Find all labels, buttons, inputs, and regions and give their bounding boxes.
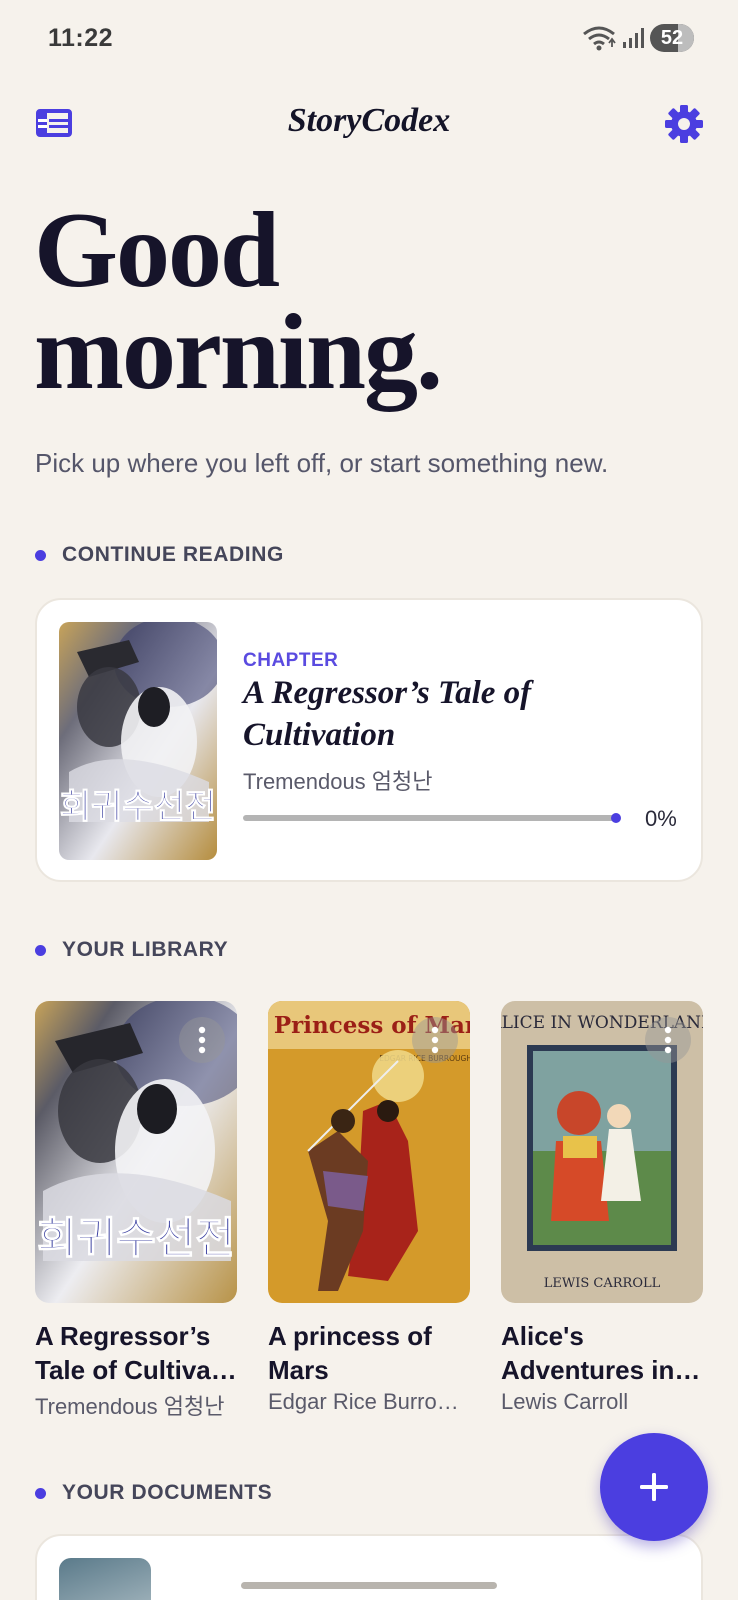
status-bar: 11:22 52 — [0, 0, 738, 80]
library-book[interactable]: 회귀수선전 A Regressor’s Tale of Cultivation … — [35, 1001, 237, 1421]
your-library-header: YOUR LIBRARY — [35, 938, 228, 962]
book-author: Tremendous 엄청난 — [35, 1394, 225, 1419]
document-card[interactable] — [35, 1534, 703, 1600]
progress-bar — [243, 813, 621, 823]
book-cover-text: 회귀수선전 — [37, 1214, 235, 1264]
chapter-label: CHAPTER — [243, 650, 339, 671]
continue-reading-card[interactable]: 회귀수선전 CHAPTER A Regressor’s Tale of Cult… — [35, 598, 703, 882]
book-title: A princess of Mars — [268, 1319, 470, 1387]
more-vert-icon[interactable] — [179, 1017, 225, 1063]
continue-author: Tremendous 엄청난 — [243, 769, 433, 794]
continue-cover-image: 회귀수선전 — [59, 622, 217, 860]
book-cover-image: 회귀수선전 — [35, 1001, 237, 1303]
battery-indicator: 52 — [650, 24, 694, 52]
signal-icon — [623, 28, 644, 48]
continue-reading-header: CONTINUE READING — [35, 543, 284, 567]
your-documents-header: YOUR DOCUMENTS — [35, 1481, 272, 1505]
gesture-bar[interactable] — [241, 1582, 497, 1589]
section-label: CONTINUE READING — [62, 543, 284, 566]
app-title: StoryCodex — [287, 102, 451, 139]
progress-percent: 0% — [645, 806, 677, 831]
book-title-line2: Mars — [268, 1355, 329, 1385]
book-title-line1: Alice's — [501, 1321, 584, 1351]
book-title-line2: Adventures in Wonderland — [501, 1355, 703, 1385]
app-bar: StoryCodex — [0, 96, 738, 156]
status-icons: 52 — [582, 24, 694, 52]
book-title: Alice's Adventures in Wonderland — [501, 1319, 703, 1387]
book-cover-subtext: LEWIS CARROLL — [544, 1276, 661, 1291]
greeting-line1: Good — [34, 191, 280, 310]
more-vert-icon[interactable] — [412, 1017, 458, 1063]
book-title: A Regressor’s Tale of Cultivation — [35, 1319, 237, 1387]
library-book[interactable]: A Princess of Mars EDGAR RICE BURROUGHS … — [268, 1001, 470, 1415]
section-dot — [35, 549, 46, 561]
book-author: Lewis Carroll — [501, 1389, 629, 1414]
continue-title: A Regressor’s Tale of Cultivation — [243, 672, 663, 756]
book-title-line1: A princess of — [268, 1321, 432, 1351]
continue-title-line1: A Regressor’s Tale of — [243, 675, 532, 711]
gear-icon[interactable] — [664, 104, 704, 144]
book-cover-image: ALICE IN WONDERLAND LEWIS CARROLL — [501, 1001, 703, 1303]
plus-icon — [640, 1473, 668, 1501]
document-thumbnail — [59, 1558, 151, 1600]
section-dot — [35, 1487, 46, 1499]
status-time: 11:22 — [48, 24, 114, 52]
book-title-line1: A Regressor’s — [35, 1321, 211, 1351]
wifi-icon — [583, 26, 616, 51]
section-dot — [35, 944, 46, 956]
continue-title-line2: Cultivation — [243, 717, 396, 753]
book-author: Edgar Rice Burroughs — [268, 1389, 470, 1414]
continue-cover-text: 회귀수선전 — [60, 787, 216, 827]
add-button[interactable] — [600, 1433, 708, 1541]
more-vert-icon[interactable] — [645, 1017, 691, 1063]
greeting-subtitle: Pick up where you left off, or start som… — [35, 448, 609, 478]
greeting-heading: Good morning. — [34, 191, 694, 412]
library-book[interactable]: ALICE IN WONDERLAND LEWIS CARROLL Alice'… — [501, 1001, 703, 1415]
library-row: 회귀수선전 A Regressor’s Tale of Cultivation … — [35, 1001, 735, 1421]
progress-knob — [611, 813, 621, 823]
book-title-line2: Tale of Cultivation — [35, 1355, 237, 1385]
section-label: YOUR DOCUMENTS — [62, 1481, 273, 1504]
section-label: YOUR LIBRARY — [62, 938, 229, 961]
book-cover-image: A Princess of Mars EDGAR RICE BURROUGHS — [268, 1001, 470, 1303]
greeting-line2: morning. — [34, 293, 443, 412]
